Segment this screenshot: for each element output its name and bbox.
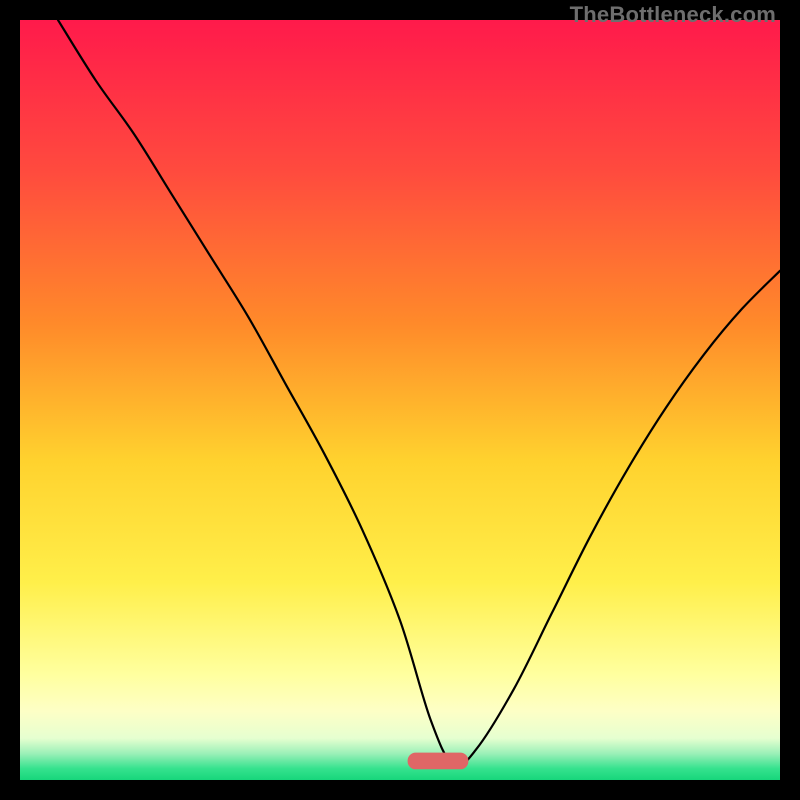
chart-frame (20, 20, 780, 780)
optimal-marker (408, 753, 469, 770)
watermark-text: TheBottleneck.com (570, 2, 776, 28)
bottleneck-chart (20, 20, 780, 780)
